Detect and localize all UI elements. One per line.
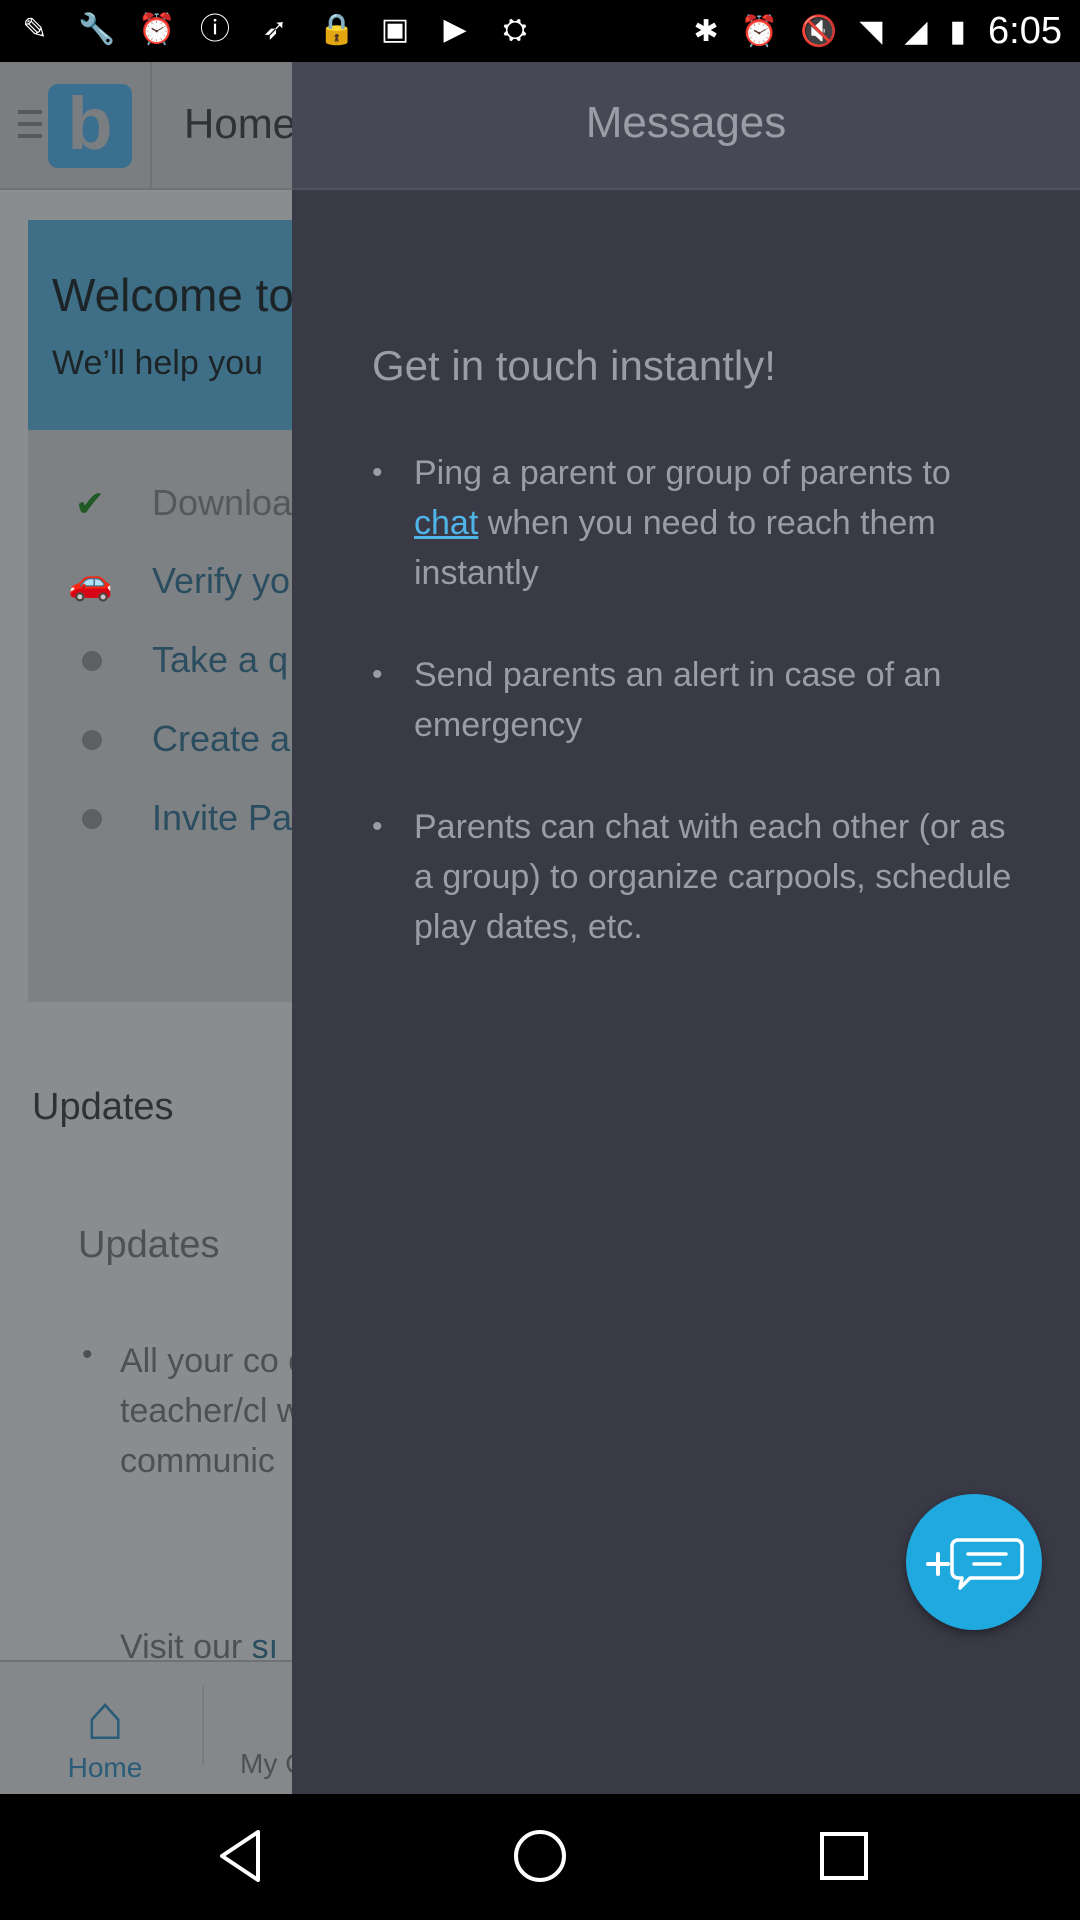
step-label: Create a (152, 718, 291, 759)
feature-list: • Ping a parent or group of parents to ch… (372, 448, 1012, 1004)
screen: ✎ 🔧 ⏰ ⓘ ➶ 🔒 ▣ ▶ ⛭ ✱ ⏰ 🔇 ◥ ◢ ▮ 6:05 b Hom… (0, 0, 1080, 1920)
photo-icon: ▣ (380, 13, 410, 46)
status-bar: ✎ 🔧 ⏰ ⓘ ➶ 🔒 ▣ ▶ ⛭ ✱ ⏰ 🔇 ◥ ◢ ▮ 6:05 (0, 0, 1080, 62)
new-message-icon (926, 1538, 1024, 1590)
step-label: Verify yo (152, 560, 291, 601)
fake-gps-icon: ➶ (262, 13, 288, 46)
step-label: Take a q (152, 639, 289, 680)
drawer-title: Messages (585, 98, 787, 147)
step-label: Invite Pa (152, 797, 293, 838)
status-time: 6:05 (988, 10, 1062, 52)
dot-icon (82, 809, 102, 829)
checkmark-icon: ✔ (74, 483, 106, 524)
list-item: • Ping a parent or group of parents to ch… (372, 448, 1012, 598)
home-icon: ⌂ (85, 1681, 125, 1753)
step-label: Downloa (152, 482, 293, 523)
alarm-icon: ⏰ (740, 15, 778, 48)
new-message-button[interactable] (906, 1494, 1042, 1630)
welcome-title: Welcome to (52, 269, 295, 321)
dot-icon (82, 730, 102, 750)
car-icon: 🚗 (68, 561, 113, 602)
status-left-icons: ✎ 🔧 ⏰ ⓘ ➶ 🔒 ▣ ▶ ⛭ (18, 12, 532, 48)
bullet-text: when you need to reach them instantly (414, 504, 936, 592)
header-divider (150, 62, 152, 190)
wifi-icon: ◥ (859, 15, 883, 48)
alarm-icon: ⏰ (138, 13, 176, 46)
back-icon[interactable] (208, 1824, 272, 1888)
chat-link[interactable]: chat (414, 504, 478, 542)
app-logo: b (48, 84, 132, 168)
updates-subheading: Updates (78, 1224, 220, 1266)
welcome-subtitle: We’ll help you (52, 344, 264, 382)
drawer-header: Messages (292, 62, 1080, 190)
list-item: • Parents can chat with each other (or as… (372, 802, 1012, 952)
menu-icon[interactable] (18, 110, 42, 140)
nav-home-label: Home (67, 1752, 143, 1783)
bullet-text: Ping a parent or group of parents to (414, 454, 951, 492)
info-icon: ⓘ (200, 13, 230, 46)
android-icon: ⛭ (503, 13, 527, 46)
updates-heading: Updates (32, 1086, 174, 1128)
status-right-icons: ✱ ⏰ 🔇 ◥ ◢ ▮ 6:05 (694, 10, 1063, 53)
bullet-icon: • (82, 1338, 93, 1371)
mute-icon: 🔇 (800, 15, 838, 48)
bluetooth-icon: ✱ (693, 15, 719, 48)
nav-home[interactable]: ⌂ Home (30, 1682, 180, 1784)
drawer-heading: Get in touch instantly! (372, 342, 776, 389)
nav-divider (202, 1686, 204, 1766)
system-nav-bar (0, 1794, 1080, 1920)
messages-drawer: Messages Get in touch instantly! • Ping a… (292, 62, 1080, 1794)
lock-icon: 🔒 (318, 13, 356, 46)
recents-icon[interactable] (812, 1824, 876, 1888)
dot-icon (82, 651, 102, 671)
wrench-icon: 🔧 (78, 13, 116, 46)
notification-icon: ✎ (22, 13, 48, 46)
home-button-icon[interactable] (508, 1824, 572, 1888)
battery-icon: ▮ (949, 15, 967, 48)
bullet-text: Parents can chat with each other (or as … (414, 808, 1012, 946)
bullet-icon: • (372, 456, 383, 489)
signal-icon: ◢ (904, 15, 928, 48)
bullet-icon: • (372, 810, 383, 843)
list-item: • Send parents an alert in case of an eme… (372, 650, 1012, 750)
bullet-icon: • (372, 658, 383, 691)
play-store-icon: ▶ (443, 13, 467, 46)
page-title: Home (184, 100, 297, 147)
bullet-text: Send parents an alert in case of an emer… (414, 656, 942, 744)
